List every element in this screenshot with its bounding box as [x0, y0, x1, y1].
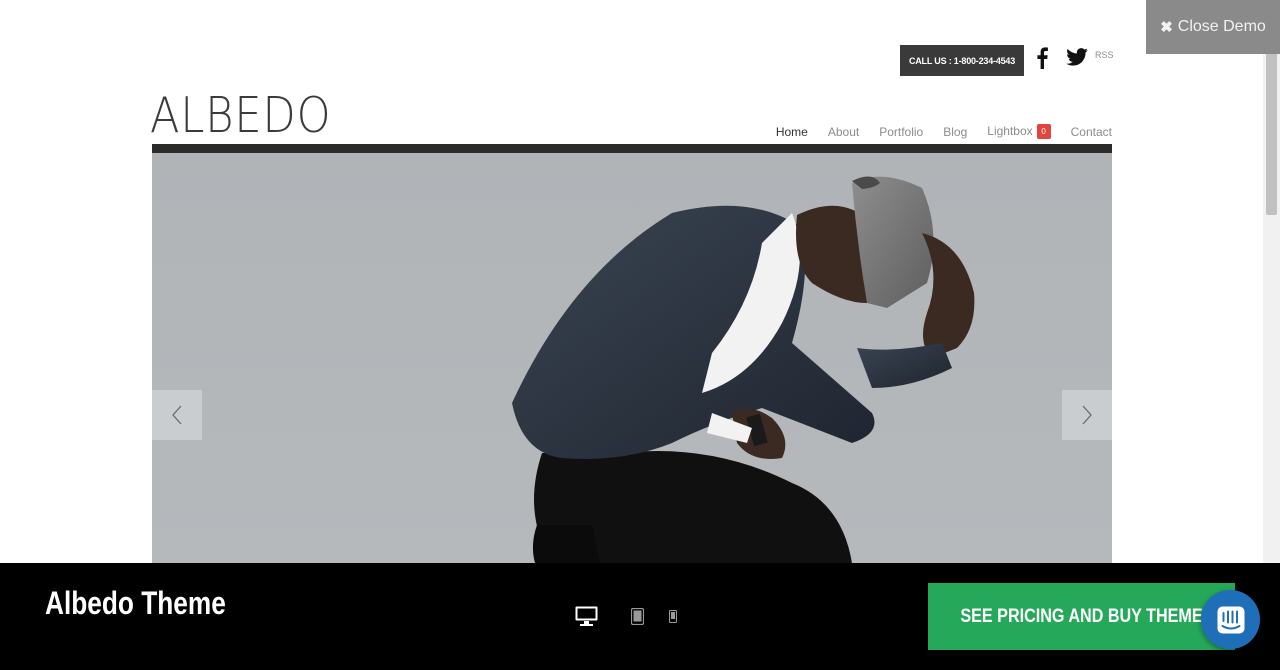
slider-prev-button[interactable]: [152, 390, 202, 440]
chat-icon: [1217, 606, 1244, 633]
nav-item-home[interactable]: Home: [776, 125, 808, 139]
chevron-left-icon: [172, 405, 182, 425]
rss-link[interactable]: RSS: [1095, 50, 1114, 60]
main-navigation: Home About Portfolio Blog Lightbox 0 Cont…: [776, 124, 1112, 140]
nav-item-lightbox-label: Lightbox: [987, 124, 1033, 138]
desktop-icon[interactable]: [575, 606, 598, 627]
theme-title: Albedo Theme: [45, 585, 226, 621]
close-icon: ✖: [1160, 19, 1173, 36]
buy-theme-label: SEE PRICING AND BUY THEME: [960, 605, 1203, 627]
hero-slider: [152, 153, 1112, 563]
nav-item-about[interactable]: About: [828, 125, 859, 139]
nav-item-contact[interactable]: Contact: [1071, 125, 1112, 139]
header-divider: [152, 144, 1112, 153]
nav-item-blog[interactable]: Blog: [943, 125, 967, 139]
slider-next-button[interactable]: [1062, 390, 1112, 440]
nav-item-portfolio[interactable]: Portfolio: [879, 125, 923, 139]
call-us-badge: CALL US : 1-800-234-4543: [900, 45, 1024, 76]
facebook-icon[interactable]: [1035, 47, 1049, 69]
mobile-icon[interactable]: [669, 610, 677, 623]
hero-photo-man-in-hat: [152, 153, 1112, 563]
lightbox-count-badge: 0: [1036, 124, 1051, 140]
site-logo[interactable]: ALBEDO: [150, 86, 331, 146]
tablet-icon[interactable]: [631, 608, 644, 625]
page-scrollbar[interactable]: [1263, 0, 1280, 563]
twitter-icon[interactable]: [1066, 48, 1088, 66]
nav-item-lightbox[interactable]: Lightbox 0: [987, 124, 1051, 140]
chevron-right-icon: [1082, 405, 1092, 425]
close-demo-button[interactable]: ✖ Close Demo: [1146, 0, 1280, 54]
close-demo-label: Close Demo: [1177, 18, 1266, 35]
chat-button[interactable]: [1201, 590, 1260, 649]
buy-theme-button[interactable]: SEE PRICING AND BUY THEME: [928, 583, 1235, 650]
demo-bottom-bar: Albedo Theme SEE PRICING AND BUY THEME: [0, 563, 1280, 670]
